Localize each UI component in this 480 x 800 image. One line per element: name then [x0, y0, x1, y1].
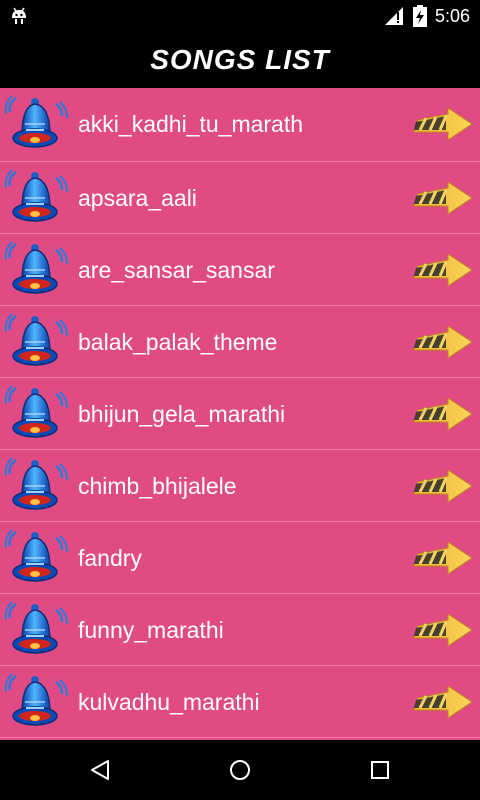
- bell-icon: [4, 529, 68, 582]
- arrow-right-icon[interactable]: [412, 612, 474, 648]
- song-title: bhijun_gela_marathi: [78, 401, 286, 427]
- bell-icon: [4, 169, 68, 222]
- battery-charging-icon: [412, 5, 427, 27]
- list-item[interactable]: balak_palak_theme: [0, 306, 480, 378]
- arrow-right-icon[interactable]: [412, 684, 474, 720]
- status-time: 5:06: [434, 5, 470, 26]
- list-item[interactable]: apsara_aali: [0, 162, 480, 234]
- arrow-right-icon[interactable]: [412, 180, 474, 216]
- song-title: akki_kadhi_tu_marath: [78, 111, 304, 137]
- bell-icon: [4, 385, 68, 438]
- list-item[interactable]: funny_marathi: [0, 594, 480, 666]
- arrow-right-icon[interactable]: [412, 252, 474, 288]
- song-title: balak_palak_theme: [78, 329, 278, 355]
- back-icon[interactable]: [88, 758, 112, 782]
- song-title: are_sansar_sansar: [78, 257, 275, 283]
- bell-icon: [4, 241, 68, 294]
- list-item[interactable]: akki_kadhi_tu_marath: [0, 88, 480, 162]
- navigation-bar: [0, 740, 480, 800]
- song-title: funny_marathi: [78, 617, 224, 643]
- list-item[interactable]: bhijun_gela_marathi: [0, 378, 480, 450]
- bell-icon: [4, 457, 68, 510]
- arrow-right-icon[interactable]: [412, 324, 474, 360]
- arrow-right-icon[interactable]: [412, 396, 474, 432]
- bell-icon: [4, 313, 68, 366]
- recents-icon[interactable]: [368, 758, 392, 782]
- songs-list[interactable]: akki_kadhi_tu_marath apsara_aali are_san…: [0, 88, 480, 740]
- list-item[interactable]: chimb_bhijalele: [0, 450, 480, 522]
- app-header: SONGS LIST: [0, 32, 480, 88]
- status-bar: 5:06: [0, 0, 480, 32]
- song-title: kulvadhu_marathi: [78, 689, 260, 715]
- list-item[interactable]: kulvadhu_marathi: [0, 666, 480, 738]
- song-title: apsara_aali: [78, 185, 197, 211]
- song-title: fandry: [78, 545, 142, 571]
- bell-icon: [4, 673, 68, 726]
- android-debug-icon: [12, 7, 26, 24]
- arrow-right-icon[interactable]: [412, 468, 474, 504]
- bell-icon: [4, 601, 68, 654]
- list-item[interactable]: fandry: [0, 522, 480, 594]
- list-item[interactable]: are_sansar_sansar: [0, 234, 480, 306]
- home-icon[interactable]: [228, 758, 252, 782]
- song-title: chimb_bhijalele: [78, 473, 237, 499]
- signal-icon: [384, 7, 403, 25]
- arrow-right-icon[interactable]: [412, 540, 474, 576]
- bell-icon: [4, 95, 68, 148]
- arrow-right-icon[interactable]: [412, 106, 474, 142]
- page-title: SONGS LIST: [150, 44, 330, 75]
